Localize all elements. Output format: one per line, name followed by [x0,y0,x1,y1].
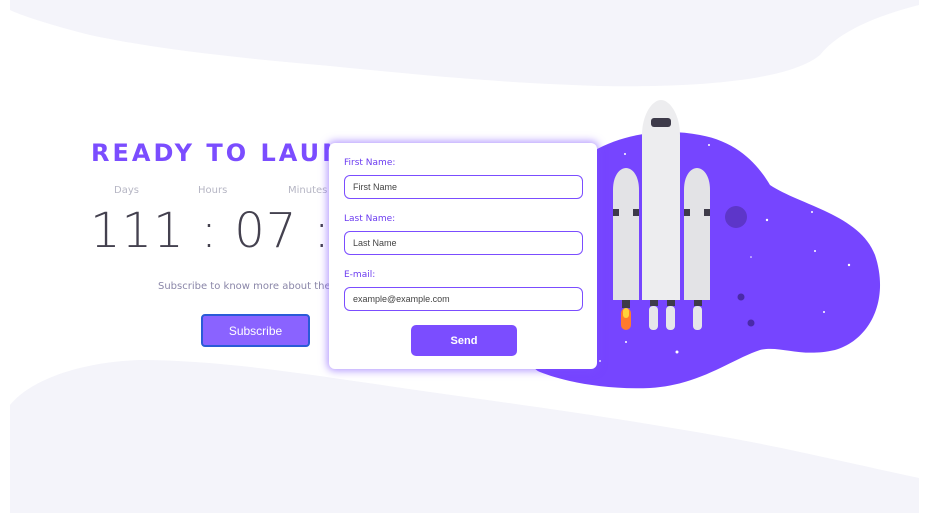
send-button[interactable]: Send [411,325,517,356]
last-name-field[interactable] [344,231,583,255]
subscribe-form-card: First Name: Last Name: E-mail: Send [329,143,597,369]
email-label: E-mail: [344,270,376,280]
email-field[interactable] [344,287,583,311]
last-name-label: Last Name: [344,214,396,224]
first-name-field[interactable] [344,175,583,199]
first-name-label: First Name: [344,158,396,168]
minutes-label: Minutes [288,185,328,196]
days-label: Days [114,185,139,196]
page: READY TO LAUNCH Days Hours Minutes 111 :… [0,0,934,525]
subscribe-button[interactable]: Subscribe [201,314,310,347]
hours-label: Hours [198,185,228,196]
